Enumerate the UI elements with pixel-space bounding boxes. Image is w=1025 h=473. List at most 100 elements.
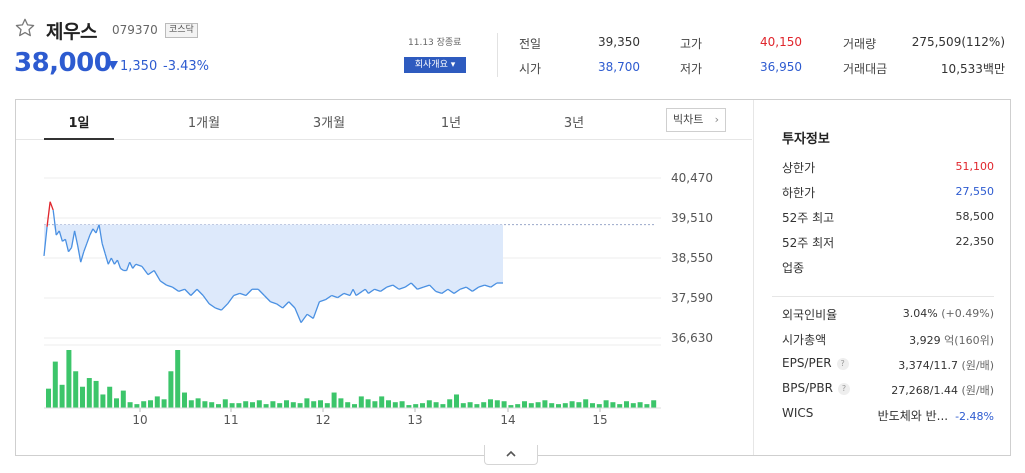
- eps-per-value: 3,374/11.7 (원/배): [898, 359, 994, 372]
- open-label: 시가: [519, 62, 542, 76]
- prev-close-value: 39,350: [598, 35, 640, 49]
- collapse-chevron-up-icon[interactable]: [484, 445, 538, 465]
- volume-bar: [392, 402, 398, 408]
- bps-pbr-label: BPS/PBR?: [782, 381, 850, 395]
- volume-bar: [576, 402, 582, 408]
- x-tick-label: 14: [500, 413, 515, 427]
- volume-bar: [250, 402, 255, 408]
- volume-bar: [161, 399, 167, 408]
- volume-bar: [290, 402, 296, 408]
- volume-bar: [243, 401, 249, 408]
- upper-limit-value: 51,100: [955, 160, 995, 173]
- volume-bar: [358, 396, 364, 408]
- price-line-segment: [52, 210, 57, 236]
- x-tick-label: 12: [315, 413, 330, 427]
- volume-bar: [630, 403, 636, 408]
- volume-bar: [535, 402, 541, 408]
- intraday-chart[interactable]: 40,470 39,510 38,550 37,590 36,630 10 11 12 13 14…: [16, 140, 752, 456]
- volume-bar: [263, 404, 269, 408]
- investment-info-panel: 투자정보 상한가 51,100 하한가 27,550 52주 최고 58,500…: [753, 100, 1010, 455]
- y-tick-label: 40,470: [671, 171, 713, 185]
- market-cap-label: 시가총액: [782, 333, 827, 347]
- volume-bar: [175, 350, 181, 408]
- volume-bar: [148, 400, 153, 408]
- big-chart-button[interactable]: 빅차트 ›: [666, 108, 726, 132]
- volume-bar: [651, 400, 657, 408]
- tab-3months[interactable]: 3개월: [299, 112, 359, 131]
- volume-bar: [488, 399, 493, 408]
- bps-pbr-value: 27,268/1.44 (원/배): [891, 384, 994, 397]
- x-tick-label: 15: [592, 413, 607, 427]
- help-icon[interactable]: ?: [837, 383, 850, 395]
- volume-bar: [501, 401, 507, 408]
- volume-value: 275,509(112%): [911, 35, 1005, 49]
- x-tick-label: 13: [407, 413, 422, 427]
- volume-bar: [256, 400, 262, 408]
- tab-3years[interactable]: 3년: [544, 112, 604, 131]
- volume-bar: [352, 404, 357, 408]
- tab-1month[interactable]: 1개월: [174, 112, 234, 131]
- volume-bar: [610, 402, 616, 408]
- volume-bar: [345, 402, 351, 408]
- volume-bar: [338, 398, 344, 408]
- wics-value[interactable]: 반도체와 반... -2.48%: [878, 407, 994, 424]
- market-cap-value: 3,929 억(160위): [909, 334, 994, 347]
- high-value: 40,150: [760, 35, 802, 49]
- volume-bar: [426, 400, 432, 408]
- divider: [497, 33, 498, 77]
- low-label: 저가: [680, 62, 703, 76]
- volume-bar: [304, 398, 310, 408]
- volume-bar: [447, 399, 453, 408]
- star-favorite-icon[interactable]: [14, 17, 36, 39]
- volume-bar: [644, 404, 650, 408]
- volume-bar: [284, 400, 289, 408]
- volume-bar: [583, 399, 589, 408]
- volume-bar: [331, 392, 337, 408]
- volume-bar: [66, 350, 72, 408]
- volume-bar: [556, 404, 561, 408]
- 52w-high-value: 58,500: [955, 210, 995, 223]
- volume-bar: [216, 404, 221, 408]
- market-badge: 코스닥: [165, 23, 198, 38]
- volume-bar: [481, 402, 487, 408]
- volume-bar: [624, 401, 629, 408]
- chevron-right-icon: ›: [714, 113, 719, 126]
- volume-bar: [590, 403, 595, 408]
- volume-bar: [311, 401, 317, 408]
- foreign-ratio-label: 외국인비율: [782, 308, 838, 322]
- volume-bar: [222, 399, 228, 408]
- lower-limit-value: 27,550: [955, 185, 995, 198]
- company-overview-button[interactable]: 회사개요 ▾: [404, 57, 466, 73]
- volume-bar: [549, 403, 555, 408]
- stock-name: 제우스: [46, 21, 97, 43]
- volume-bar: [59, 384, 65, 408]
- volume-bar: [188, 400, 194, 408]
- volume-bar: [542, 400, 548, 408]
- volume-bar: [522, 401, 527, 408]
- volume-bar: [114, 398, 119, 408]
- volume-bar: [528, 403, 534, 408]
- wics-label: WICS: [782, 406, 814, 420]
- volume-bar: [52, 361, 58, 408]
- volume-bar: [515, 404, 521, 408]
- volume-bar: [617, 404, 623, 408]
- volume-bar: [433, 402, 439, 408]
- current-price: 38,000: [14, 48, 112, 78]
- y-tick-label: 39,510: [671, 211, 713, 225]
- volume-bar: [209, 402, 215, 408]
- tab-1day[interactable]: 1일: [49, 112, 109, 131]
- volume-bar: [236, 403, 242, 408]
- volume-bar: [603, 400, 609, 408]
- price-area-fill: [44, 224, 503, 323]
- volume-bar: [297, 403, 303, 408]
- 52w-low-value: 22,350: [955, 235, 995, 248]
- volume-bar: [413, 404, 419, 408]
- x-tick-label: 10: [132, 413, 147, 427]
- volume-bar: [73, 371, 79, 408]
- tab-1year[interactable]: 1년: [421, 112, 481, 131]
- volume-bar: [270, 401, 276, 408]
- help-icon[interactable]: ?: [836, 358, 849, 370]
- industry-label: 업종: [782, 261, 805, 275]
- volume-bar: [494, 400, 500, 408]
- volume-bar: [195, 398, 201, 408]
